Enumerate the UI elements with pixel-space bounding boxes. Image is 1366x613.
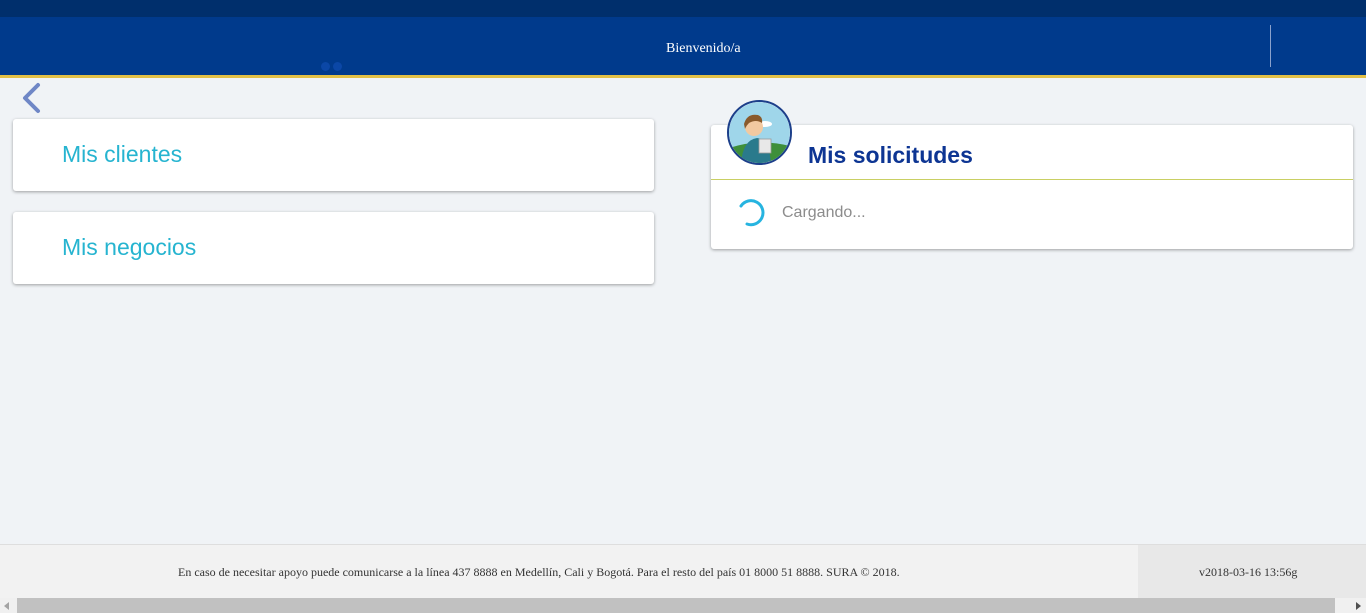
top-strip [0, 0, 1366, 17]
requests-title: Mis solicitudes [808, 142, 973, 168]
horizontal-scrollbar[interactable] [0, 598, 1366, 613]
requests-card: Mis solicitudes Cargando... [711, 125, 1353, 249]
dot-2 [333, 62, 342, 71]
clients-card[interactable]: Mis clientes [13, 119, 654, 191]
person-avatar-icon [727, 100, 792, 165]
welcome-text: Bienvenido/a [666, 41, 741, 56]
dot-1 [321, 62, 330, 71]
header-accent-bar [0, 75, 1366, 78]
support-text: En caso de necesitar apoyo puede comunic… [178, 565, 900, 579]
scroll-thumb[interactable] [17, 598, 1335, 613]
version-box: v2018-03-16 13:56g [1138, 545, 1366, 599]
app-header: Bienvenido/a [0, 17, 1366, 75]
loading-spinner-icon [739, 199, 765, 227]
chevron-left-icon [23, 83, 40, 113]
header-divider [1270, 25, 1271, 67]
loading-dots [321, 62, 342, 71]
requests-header: Mis solicitudes [711, 125, 1353, 180]
scroll-left-icon[interactable] [4, 602, 9, 610]
clients-title: Mis clientes [62, 141, 183, 167]
back-button[interactable] [20, 82, 44, 114]
loading-text: Cargando... [782, 204, 866, 221]
business-title: Mis negocios [62, 234, 197, 260]
business-card[interactable]: Mis negocios [13, 212, 654, 284]
footer: En caso de necesitar apoyo puede comunic… [0, 544, 1366, 599]
scroll-right-icon[interactable] [1356, 602, 1361, 610]
version-text: v2018-03-16 13:56g [1199, 565, 1298, 579]
